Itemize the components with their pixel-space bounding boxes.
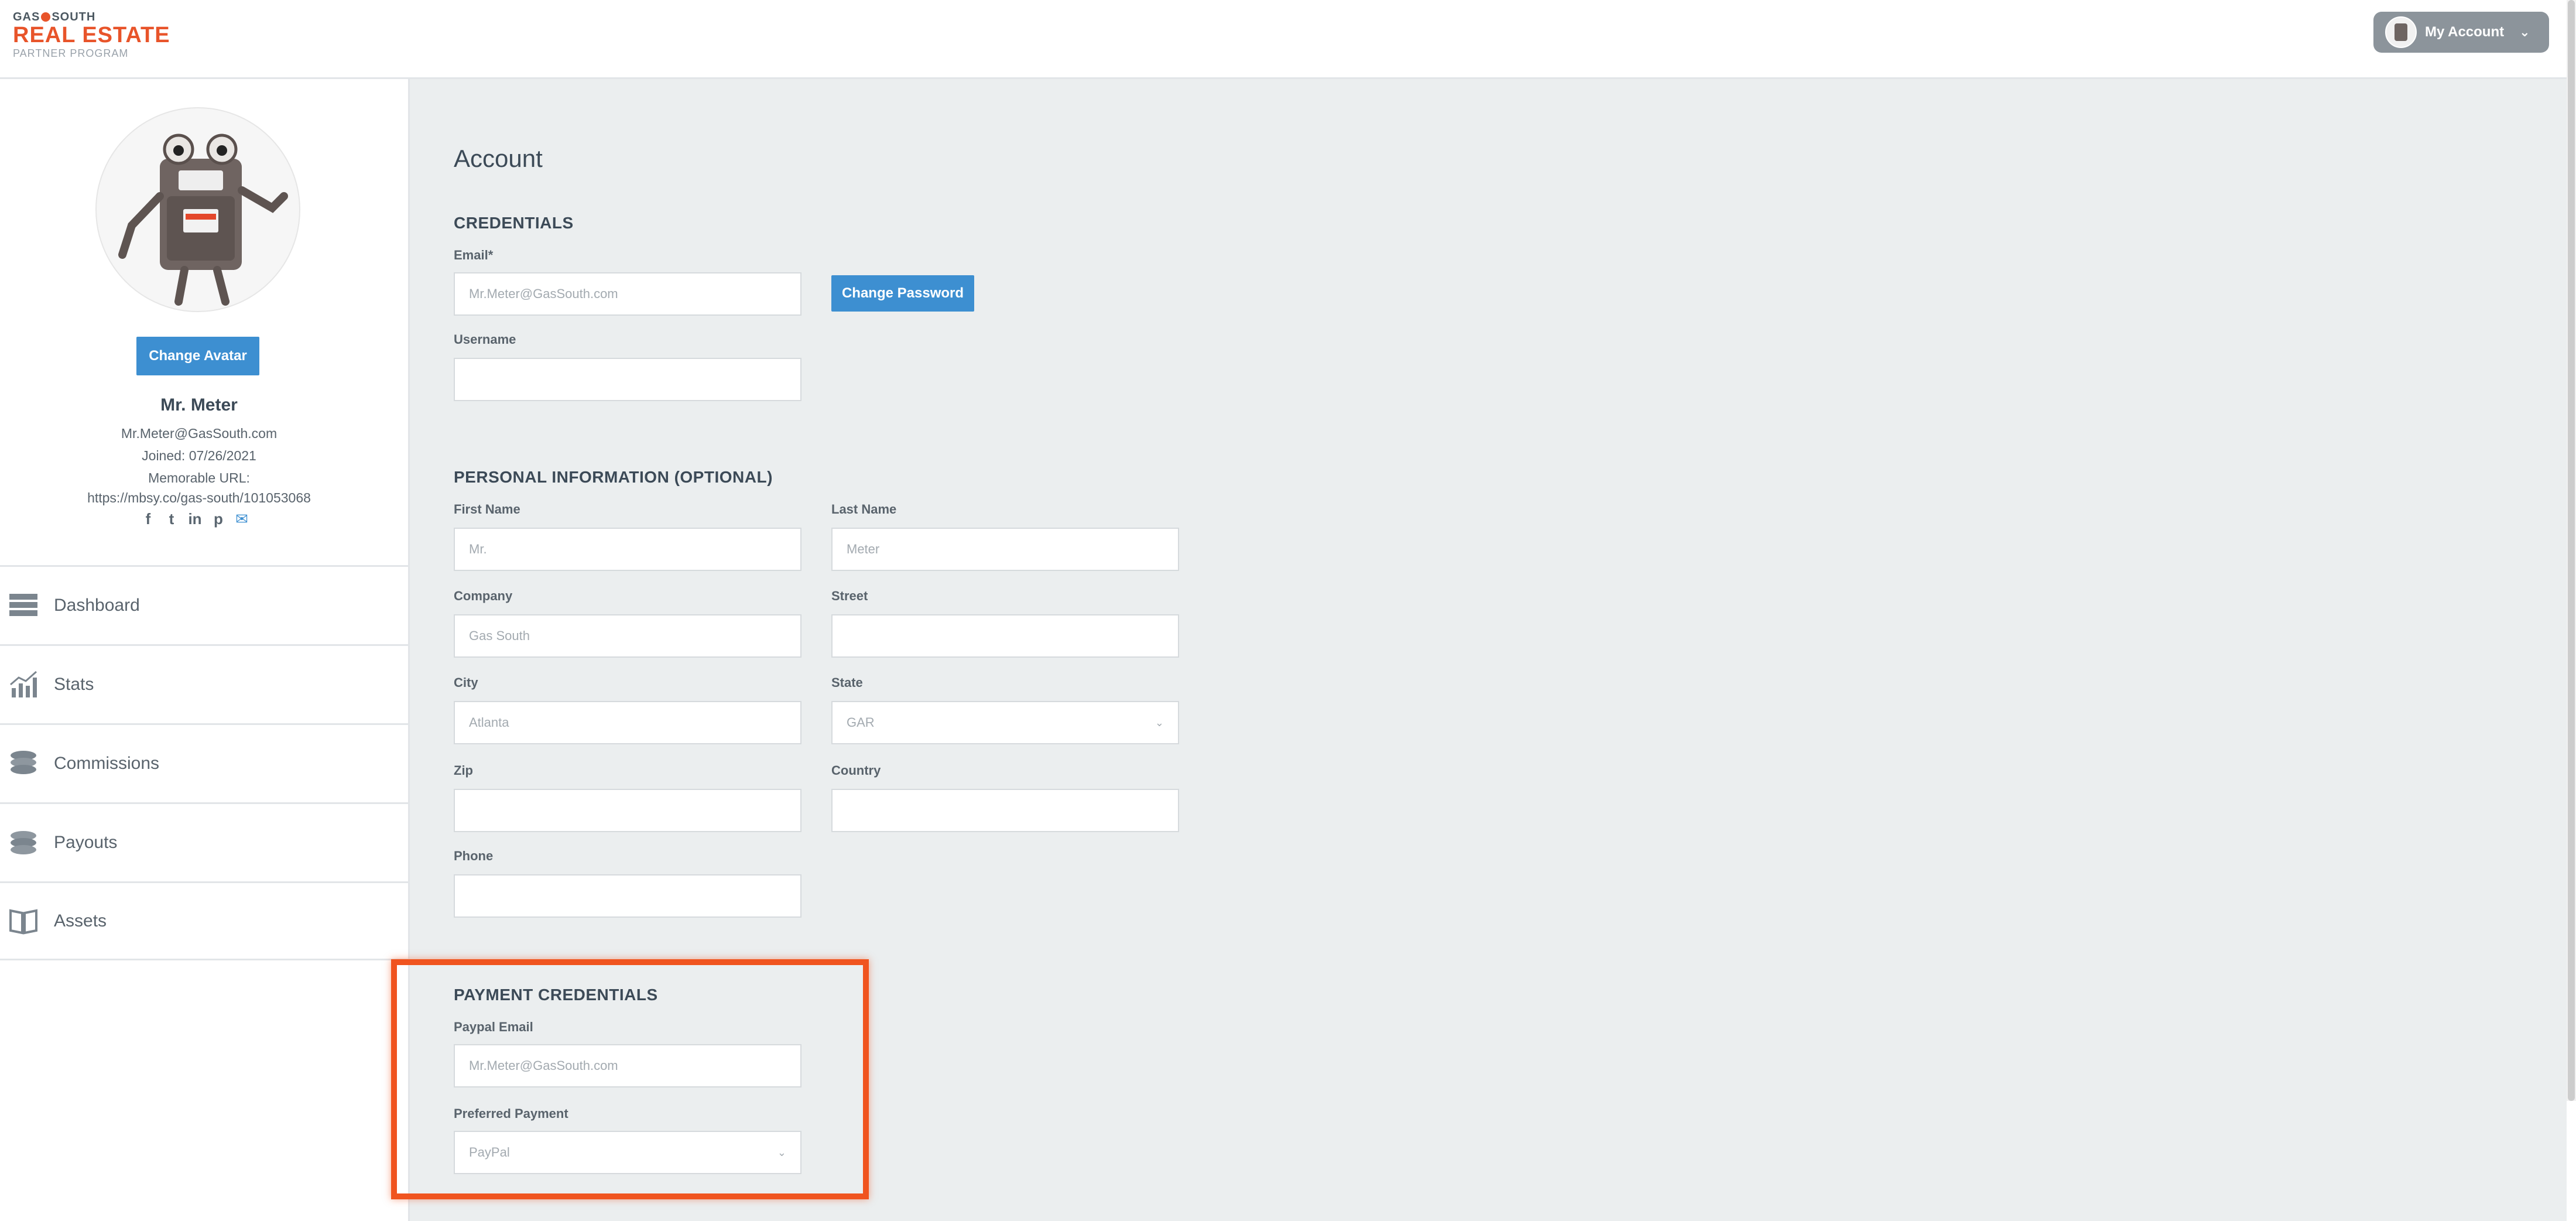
company-label: Company (454, 589, 513, 603)
my-account-label: My Account (2425, 24, 2505, 40)
profile-email: Mr.Meter@GasSouth.com (121, 426, 278, 441)
memorable-url-label: Memorable URL: (148, 470, 250, 485)
sidebar-item-label: Stats (54, 675, 94, 694)
email-label: Email* (454, 248, 494, 262)
sidebar-item-stats[interactable]: Stats (0, 644, 408, 723)
top-bar: GAS SOUTH REAL ESTATE PARTNER PROGRAM My … (0, 0, 2576, 79)
avatar (2385, 16, 2417, 48)
city-label: City (454, 675, 478, 690)
scrollbar[interactable] (2567, 0, 2576, 1101)
payouts-icon (11, 831, 36, 854)
logo-real-estate-text: REAL ESTATE (13, 23, 170, 47)
zip-label: Zip (454, 763, 473, 778)
sidebar-nav: Dashboard Stats Commissions Payouts Asse… (0, 565, 408, 960)
chevron-down-icon: ⌄ (1155, 716, 1164, 729)
state-label: State (831, 675, 863, 690)
state-select-value: GAR (847, 715, 875, 730)
city-field[interactable]: Atlanta (454, 701, 801, 744)
sidebar-item-commissions[interactable]: Commissions (0, 723, 408, 802)
profile-joined: Joined: 07/26/2021 (142, 448, 256, 463)
sidebar-item-dashboard[interactable]: Dashboard (0, 565, 408, 644)
facebook-icon[interactable]: f (141, 511, 156, 526)
zip-field[interactable] (454, 789, 801, 832)
username-field[interactable] (454, 358, 801, 401)
logo-partner-program-text: PARTNER PROGRAM (13, 47, 129, 59)
pinterest-icon[interactable]: p (211, 511, 226, 526)
coins-icon (11, 751, 36, 774)
state-select[interactable]: GAR ⌄ (831, 701, 1179, 744)
gas-south-logo[interactable]: GAS SOUTH REAL ESTATE PARTNER PROGRAM (13, 11, 170, 60)
social-links: f t in p ✉ (141, 511, 249, 526)
sidebar-item-label: Dashboard (54, 596, 140, 615)
logo-south-text: SOUTH (52, 11, 96, 23)
meter-mascot-icon (118, 134, 288, 306)
company-field[interactable]: Gas South (454, 614, 801, 658)
payment-credentials-highlight (391, 959, 869, 1199)
country-field[interactable] (831, 789, 1179, 832)
memorable-url-link[interactable]: https://mbsy.co/gas-south/101053068 (0, 490, 398, 506)
phone-field[interactable] (454, 874, 801, 918)
scrollbar-thumb[interactable] (2568, 0, 2575, 1101)
first-name-field[interactable]: Mr. (454, 528, 801, 571)
sidebar-item-label: Assets (54, 911, 107, 931)
twitter-icon[interactable]: t (164, 511, 179, 526)
profile-avatar (95, 107, 300, 312)
linkedin-icon[interactable]: in (187, 511, 203, 526)
change-avatar-button[interactable]: Change Avatar (136, 337, 259, 375)
flame-icon (41, 12, 51, 22)
sidebar-item-label: Payouts (54, 833, 118, 852)
email-icon[interactable]: ✉ (234, 511, 249, 526)
sidebar-item-assets[interactable]: Assets (0, 881, 408, 960)
change-password-button[interactable]: Change Password (831, 275, 974, 312)
stats-icon (10, 671, 37, 697)
sidebar: Change Avatar Mr. Meter Mr.Meter@GasSout… (0, 79, 410, 1221)
first-name-label: First Name (454, 502, 520, 517)
sidebar-item-payouts[interactable]: Payouts (0, 802, 408, 881)
profile-name: Mr. Meter (160, 395, 238, 415)
personal-info-heading: PERSONAL INFORMATION (OPTIONAL) (454, 468, 773, 486)
country-label: Country (831, 763, 881, 778)
logo-gas-text: GAS (13, 11, 40, 23)
book-icon (9, 909, 37, 934)
my-account-button[interactable]: My Account ⌄ (2373, 12, 2549, 53)
street-label: Street (831, 589, 868, 603)
credentials-heading: CREDENTIALS (454, 214, 574, 232)
last-name-field[interactable]: Meter (831, 528, 1179, 571)
email-field[interactable]: Mr.Meter@GasSouth.com (454, 272, 801, 316)
last-name-label: Last Name (831, 502, 897, 517)
username-label: Username (454, 332, 516, 347)
phone-label: Phone (454, 849, 494, 863)
chevron-down-icon: ⌄ (2519, 25, 2530, 39)
street-field[interactable] (831, 614, 1179, 658)
page-title: Account (454, 145, 543, 172)
dashboard-icon (9, 594, 37, 616)
sidebar-item-label: Commissions (54, 754, 160, 773)
